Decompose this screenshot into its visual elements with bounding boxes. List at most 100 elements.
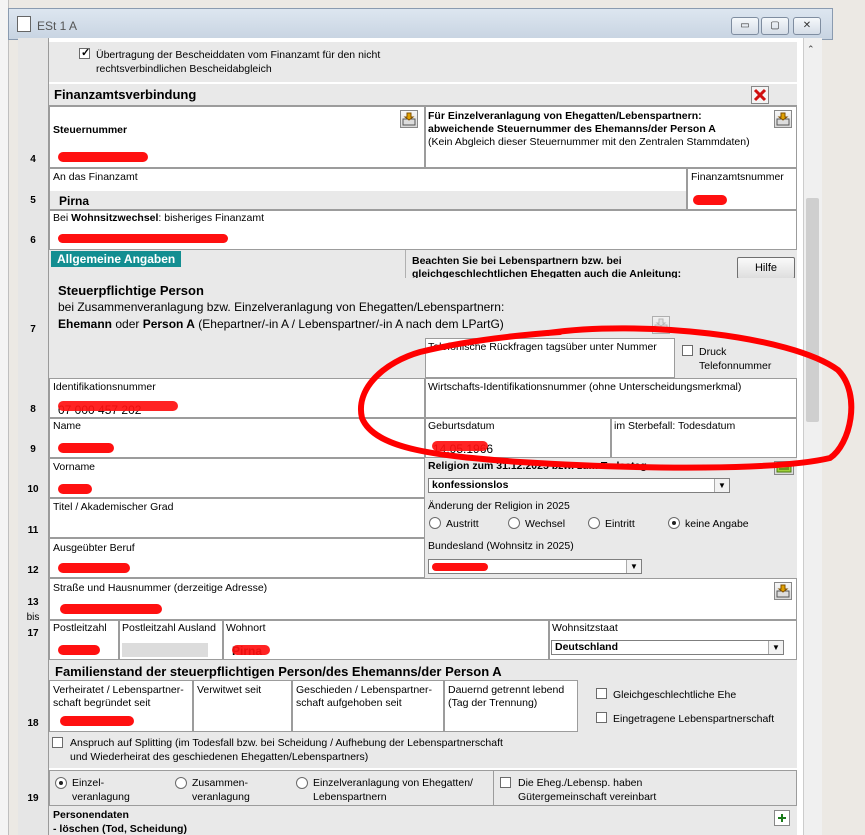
wohnsitz-label-b: Wohnsitzwechsel	[71, 212, 159, 224]
restore-button[interactable]: ▢	[761, 17, 789, 35]
row-number: 9	[30, 444, 36, 455]
import-button-3[interactable]	[774, 582, 792, 600]
guetergemeinschaft-checkbox[interactable]	[500, 777, 511, 788]
gleichgeschlechtlich-checkbox[interactable]	[596, 688, 607, 699]
radio-eintritt[interactable]	[588, 517, 600, 529]
vertical-scrollbar[interactable]: ⌃	[803, 38, 822, 835]
aenderung-label: Änderung der Religion in 2025	[428, 500, 570, 512]
bundesland-label: Bundesland (Wohnsitz in 2025)	[428, 540, 574, 552]
row-number: 11	[27, 525, 39, 536]
row-number: 13	[27, 597, 39, 608]
delete-icon	[753, 88, 767, 102]
radio-austritt[interactable]	[429, 517, 441, 529]
list-icon	[776, 463, 792, 473]
redaction-mark	[60, 604, 162, 614]
finanzamt-value-box	[50, 191, 686, 209]
close-button[interactable]: ✕	[793, 17, 821, 35]
geschieden-label-2: schaft aufgehoben seit	[296, 697, 402, 709]
titel-label: Titel / Akademischer Grad	[53, 501, 174, 513]
verwitwet-label: Verwitwet seit	[197, 684, 262, 696]
radio-austritt-label: Austritt	[446, 518, 479, 530]
wohnsitz-label-c: : bisheriges Finanzamt	[158, 212, 265, 224]
person-a-text: Person A	[142, 317, 195, 331]
radio-zusammenveranlagung[interactable]	[175, 777, 187, 789]
finanzamt-title: Finanzamtsverbindung	[54, 87, 197, 102]
druck-label-2: Telefonnummer	[699, 360, 772, 372]
import-icon	[776, 584, 790, 598]
vorname-field[interactable]	[49, 458, 425, 498]
beruf-label: Ausgeübter Beruf	[53, 542, 135, 554]
import-button[interactable]	[400, 110, 418, 128]
import-button-2[interactable]	[774, 110, 792, 128]
guetergemeinschaft-label-2: Gütergemeinschaft vereinbart	[518, 791, 657, 803]
scrollbar-thumb[interactable]	[806, 198, 819, 422]
import-button-disabled[interactable]	[652, 316, 670, 334]
einzel-label-2: veranlagung	[72, 791, 130, 803]
zusammen-label: Zusammen-	[192, 777, 249, 789]
getrennt-label-2: (Tag der Trennung)	[448, 697, 538, 709]
plz-ausland-label: Postleitzahl Ausland	[122, 622, 216, 634]
ehegatten-title: Für Einzelveranlagung von Ehegatten/Lebe…	[428, 110, 702, 122]
radio-keine-angabe[interactable]	[668, 517, 680, 529]
radio-eintritt-label: Eintritt	[605, 518, 635, 530]
transfer-checkbox[interactable]: ✓	[79, 47, 90, 59]
window-titlebar: ESt 1 A ▭ ▢ ✕	[8, 8, 833, 40]
import-icon	[776, 112, 790, 126]
splitting-checkbox[interactable]	[52, 737, 63, 748]
row-number: 6	[30, 235, 36, 246]
redaction-mark	[58, 645, 100, 655]
delete-section-button[interactable]	[751, 86, 769, 104]
person-title: Steuerpflichtige Person	[58, 283, 204, 298]
an-finanzamt-label: An das Finanzamt	[53, 171, 138, 183]
import-icon	[654, 318, 668, 332]
radio-keine-label: keine Angabe	[685, 518, 749, 530]
redaction-mark	[58, 234, 228, 243]
import-icon	[402, 112, 416, 126]
einzel-label: Einzel-	[72, 777, 105, 789]
religion-label: Religion zum 31.12.2025 bzw. zum Todesta…	[428, 460, 647, 472]
familienstand-title: Familienstand der steuerpflichtigen Pers…	[55, 664, 502, 679]
name-label: Name	[53, 420, 82, 432]
ehegatten-note: (Kein Abgleich dieser Steuernummer mit d…	[428, 136, 750, 148]
strasse-label: Straße und Hausnummer (derzeitige Adress…	[53, 582, 268, 594]
wohnsitz-label-a: Bei	[53, 212, 72, 224]
plz-label: Postleitzahl	[53, 622, 107, 634]
gleichgeschlechtlich-label: Gleichgeschlechtliche Ehe	[613, 689, 737, 701]
list-button[interactable]	[774, 461, 794, 475]
radio-wechsel[interactable]	[508, 517, 520, 529]
row-number: 5	[30, 195, 36, 206]
redaction-mark	[60, 716, 134, 726]
minimize-button[interactable]: ▭	[731, 17, 759, 35]
wohnsitzwechsel-label: Bei Wohnsitzwechsel: bisheriges Finanzam…	[53, 212, 264, 224]
splitting-label: Anspruch auf Splitting (im Todesfall bzw…	[70, 737, 503, 749]
help-button[interactable]: Hilfe	[737, 257, 795, 279]
verheiratet-label-2: schaft begründet seit	[53, 697, 151, 709]
row-number-bis: bis	[26, 612, 40, 623]
add-button[interactable]	[774, 810, 790, 826]
transfer-section	[49, 42, 797, 82]
redaction-mark	[58, 152, 148, 162]
lebenspartnerschaft-checkbox[interactable]	[596, 712, 607, 723]
redaction-mark	[58, 443, 114, 453]
druck-checkbox[interactable]	[682, 345, 693, 356]
wohnort-field[interactable]	[223, 620, 549, 660]
transfer-label: Übertragung der Bescheiddaten vom Finanz…	[96, 49, 381, 61]
finanzamtsnummer-label: Finanzamtsnummer	[691, 171, 784, 183]
radio-einzelveranlagung-ehegatten[interactable]	[296, 777, 308, 789]
personendaten-label: Personendaten	[53, 809, 129, 821]
religion-select[interactable]: konfessionslos ▼	[428, 478, 730, 493]
radio-einzelveranlagung[interactable]	[55, 777, 67, 789]
scroll-up-icon[interactable]: ⌃	[807, 44, 815, 55]
redaction-mark	[58, 401, 178, 411]
divider	[493, 770, 494, 806]
allgemein-tab: Allgemeine Angaben	[51, 251, 182, 267]
oder-text: oder	[112, 317, 143, 331]
redaction-mark	[432, 563, 488, 571]
radio-wechsel-label: Wechsel	[525, 518, 566, 530]
guetergemeinschaft-label: Die Eheg./Lebensp. haben	[518, 777, 643, 789]
wohnsitzstaat-select[interactable]: Deutschland ▼	[551, 640, 784, 655]
plus-icon	[778, 814, 786, 822]
chevron-down-icon: ▼	[626, 560, 641, 573]
redaction-mark	[58, 563, 130, 573]
row-number: 12	[27, 565, 39, 576]
